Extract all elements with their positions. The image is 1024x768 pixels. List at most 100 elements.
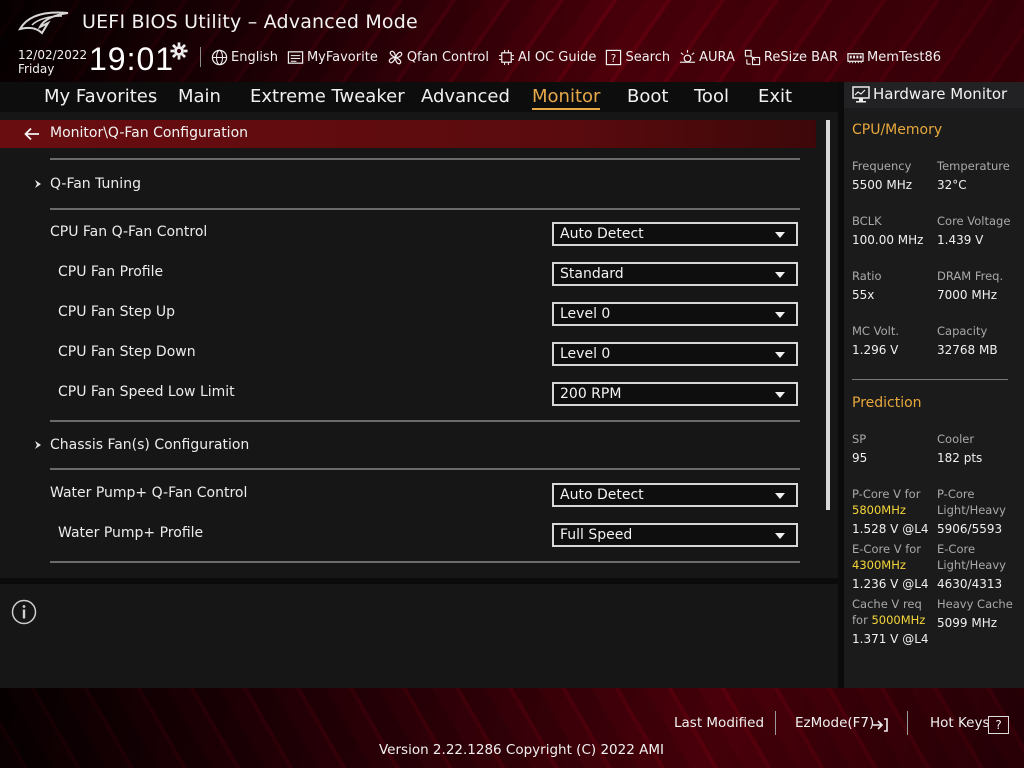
divider bbox=[50, 158, 800, 160]
heavy-cache-label: Heavy Cache bbox=[937, 597, 1013, 611]
toolbar-qfan-control[interactable]: Qfan Control bbox=[387, 49, 489, 66]
toolbar: English MyFavorite Qfan Control AI OC Gu… bbox=[200, 46, 950, 68]
cpu-fan-profile-select[interactable]: Standard bbox=[552, 262, 798, 286]
gear-icon[interactable] bbox=[170, 42, 188, 60]
bclk-label: BCLK bbox=[852, 214, 882, 228]
toolbar-search[interactable]: ? Search bbox=[605, 49, 670, 66]
dram-freq-value: 7000 MHz bbox=[937, 288, 998, 302]
svg-text:?: ? bbox=[611, 52, 617, 64]
ecore-v-label: E-Core V for bbox=[852, 542, 922, 556]
cache-v-label-line2: for 5000MHz bbox=[852, 612, 925, 628]
breadcrumb: Monitor\Q-Fan Configuration bbox=[0, 120, 816, 148]
toolbar-myfavorite-label: MyFavorite bbox=[306, 49, 378, 65]
tab-extreme-tweaker[interactable]: Extreme Tweaker bbox=[250, 86, 405, 107]
hardware-monitor-title: Hardware Monitor bbox=[873, 85, 1008, 103]
water-pump-qfan-control-value: Auto Detect bbox=[560, 487, 644, 503]
tab-boot[interactable]: Boot bbox=[627, 86, 668, 107]
last-modified-button[interactable]: Last Modified bbox=[674, 715, 764, 731]
capacity-value: 32768 MB bbox=[937, 343, 998, 357]
toolbar-aura[interactable]: AURA bbox=[679, 49, 735, 66]
divider bbox=[50, 208, 800, 210]
toolbar-separator bbox=[200, 47, 201, 67]
dropdown-arrow-icon bbox=[775, 392, 785, 398]
day-text: Friday bbox=[18, 62, 55, 76]
capacity-label: Capacity bbox=[937, 324, 988, 338]
toolbar-language[interactable]: English bbox=[211, 49, 278, 66]
pcore-lh-value: 5906/5593 bbox=[937, 522, 1003, 536]
water-pump-profile-label: Water Pump+ Profile bbox=[58, 525, 204, 541]
ecore-lh-value: 4630/4313 bbox=[937, 577, 1003, 591]
tab-advanced[interactable]: Advanced bbox=[421, 86, 510, 107]
toolbar-resize-bar[interactable]: ReSize BAR bbox=[744, 49, 838, 66]
cpu-fan-speed-low-limit-value: 200 RPM bbox=[560, 386, 622, 402]
tab-tool[interactable]: Tool bbox=[694, 86, 729, 107]
water-pump-qfan-control-select[interactable]: Auto Detect bbox=[552, 483, 798, 507]
water-pump-profile-value: Full Speed bbox=[560, 527, 633, 543]
dropdown-arrow-icon bbox=[775, 272, 785, 278]
water-pump-profile-select[interactable]: Full Speed bbox=[552, 523, 798, 547]
bottom-bar: Last Modified EzMode(F7) Hot Keys ? Vers… bbox=[0, 688, 1024, 768]
frequency-label: Frequency bbox=[852, 159, 912, 173]
cpu-fan-step-down-label: CPU Fan Step Down bbox=[58, 344, 196, 360]
sp-label: SP bbox=[852, 432, 867, 446]
cache-v-frequency: 5000MHz bbox=[871, 613, 926, 627]
bclk-value: 100.00 MHz bbox=[852, 233, 924, 247]
tab-monitor[interactable]: Monitor bbox=[532, 86, 601, 110]
scrollbar[interactable] bbox=[826, 120, 830, 510]
water-pump-qfan-control-label: Water Pump+ Q-Fan Control bbox=[50, 485, 248, 501]
tab-main[interactable]: Main bbox=[178, 86, 221, 107]
pcore-v-value: 1.528 V @L4 bbox=[852, 522, 929, 536]
hardware-monitor-header: Hardware Monitor bbox=[844, 82, 1024, 108]
toolbar-memtest86[interactable]: MemTest86 bbox=[847, 49, 941, 66]
ezmode-button[interactable]: EzMode(F7) bbox=[795, 715, 874, 731]
cpu-fan-step-down-select[interactable]: Level 0 bbox=[552, 342, 798, 366]
divider bbox=[907, 711, 908, 735]
hotkeys-button[interactable]: Hot Keys bbox=[930, 715, 990, 731]
toolbar-myfavorite[interactable]: MyFavorite bbox=[287, 49, 378, 66]
temperature-value: 32°C bbox=[937, 178, 967, 192]
cache-v-label-prefix: for bbox=[852, 613, 868, 627]
cpu-fan-speed-low-limit-select[interactable]: 200 RPM bbox=[552, 382, 798, 406]
cpu-fan-qfan-control-label: CPU Fan Q-Fan Control bbox=[50, 224, 208, 240]
hotkeys-help-icon[interactable]: ? bbox=[988, 716, 1009, 734]
ai-chip-icon bbox=[498, 49, 515, 65]
search-help-icon: ? bbox=[606, 49, 622, 65]
pcore-v-label: P-Core V for bbox=[852, 487, 921, 501]
info-icon bbox=[11, 599, 37, 625]
cooler-value: 182 pts bbox=[937, 451, 983, 465]
dropdown-arrow-icon bbox=[775, 232, 785, 238]
tab-my-favorites[interactable]: My Favorites bbox=[44, 86, 157, 107]
exit-arrow-icon[interactable] bbox=[872, 718, 888, 732]
cpu-fan-qfan-control-select[interactable]: Auto Detect bbox=[552, 222, 798, 246]
memory-icon bbox=[847, 52, 864, 63]
cpu-fan-profile-label: CPU Fan Profile bbox=[58, 264, 164, 280]
temperature-label: Temperature bbox=[937, 159, 1010, 173]
ecore-lh-label-line2: Light/Heavy bbox=[937, 558, 1006, 572]
clock: 19:01 bbox=[89, 41, 175, 77]
toolbar-memtest86-label: MemTest86 bbox=[867, 49, 942, 65]
dropdown-arrow-icon bbox=[775, 312, 785, 318]
dropdown-arrow-icon bbox=[775, 493, 785, 499]
submenu-qfan-tuning[interactable]: Q-Fan Tuning bbox=[50, 176, 141, 192]
date-text: 12/02/2022 bbox=[18, 48, 88, 62]
cpu-fan-speed-low-limit-label: CPU Fan Speed Low Limit bbox=[58, 384, 235, 400]
breadcrumb-path: Monitor\Q-Fan Configuration bbox=[50, 125, 249, 141]
help-panel bbox=[0, 584, 838, 688]
aura-icon bbox=[680, 49, 696, 63]
divider bbox=[50, 468, 800, 470]
cooler-label: Cooler bbox=[937, 432, 975, 446]
cpu-fan-step-up-select[interactable]: Level 0 bbox=[552, 302, 798, 326]
dropdown-arrow-icon bbox=[775, 533, 785, 539]
tab-exit[interactable]: Exit bbox=[758, 86, 792, 107]
settings-panel: Monitor\Q-Fan Configuration Q-Fan Tuning… bbox=[0, 112, 838, 578]
ecore-lh-label: E-Core bbox=[937, 542, 976, 556]
ratio-label: Ratio bbox=[852, 269, 882, 283]
pcore-lh-label: P-Core bbox=[937, 487, 975, 501]
submenu-chassis-fans[interactable]: Chassis Fan(s) Configuration bbox=[50, 437, 249, 453]
frequency-value: 5500 MHz bbox=[852, 178, 913, 192]
toolbar-ai-oc-guide-label: AI OC Guide bbox=[517, 49, 597, 65]
toolbar-ai-oc-guide[interactable]: AI OC Guide bbox=[498, 49, 596, 66]
favorite-icon bbox=[287, 50, 304, 64]
back-arrow-icon[interactable] bbox=[24, 127, 40, 141]
ratio-value: 55x bbox=[852, 288, 875, 302]
